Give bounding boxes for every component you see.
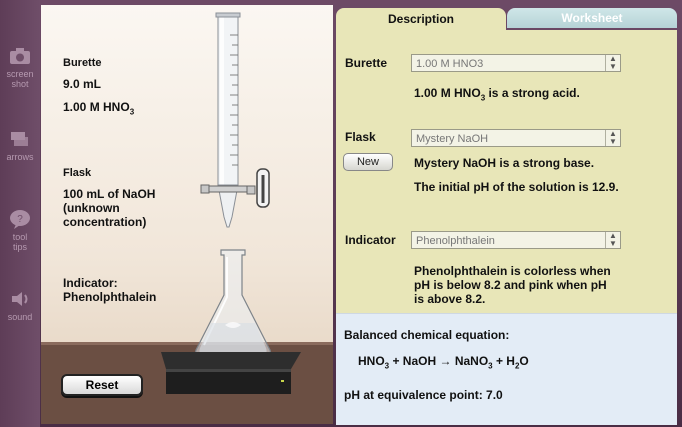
right-panel: Description Worksheet Burette 1.00 M HNO… bbox=[336, 5, 679, 425]
screenshot-label-2: shot bbox=[11, 79, 29, 89]
tab-description[interactable]: Description bbox=[336, 8, 506, 30]
simulation-area: Burette 9.0 mL 1.00 M HNO3 Flask 100 mL … bbox=[41, 5, 333, 424]
tooltips-tool[interactable]: ? tool tips bbox=[0, 208, 40, 252]
flask-info2: The initial pH of the solution is 12.9. bbox=[414, 180, 619, 194]
burette[interactable] bbox=[215, 12, 241, 228]
eq-product1: NaNO bbox=[451, 354, 489, 368]
indicator-label: Indicator bbox=[345, 233, 396, 247]
equation-pane: Balanced chemical equation: HNO3 + NaOH … bbox=[336, 313, 677, 425]
speech-bubble-icon: ? bbox=[10, 210, 30, 229]
stopcock[interactable] bbox=[256, 168, 270, 208]
speaker-icon bbox=[12, 292, 28, 306]
svg-text:?: ? bbox=[17, 214, 23, 225]
titration-apparatus bbox=[161, 12, 301, 394]
erlenmeyer-flask[interactable] bbox=[194, 249, 272, 358]
tab-worksheet[interactable]: Worksheet bbox=[507, 8, 677, 28]
indicator-select-value: Phenolphthalein bbox=[416, 235, 495, 247]
indicator-info3: is above 8.2. bbox=[414, 292, 486, 306]
burette-info-post: is a strong acid. bbox=[485, 86, 580, 100]
select-arrows-icon: ▲ ▼ bbox=[605, 232, 620, 248]
flask-label: Flask bbox=[345, 130, 376, 144]
ph-equivalence: pH at equivalence point: 7.0 bbox=[344, 388, 503, 402]
screenshot-label: screen bbox=[6, 69, 34, 79]
indicator-select[interactable]: Phenolphthalein ▲ ▼ bbox=[411, 231, 621, 249]
burette-info-pre: 1.00 M HNO bbox=[414, 86, 481, 100]
arrows-label: arrows bbox=[6, 152, 34, 162]
arrows-tool[interactable]: arrows bbox=[0, 128, 40, 162]
arrows-icon bbox=[11, 132, 28, 146]
new-button[interactable]: New bbox=[343, 153, 393, 171]
select-arrows-icon: ▲ ▼ bbox=[605, 55, 620, 71]
indicator-info1: Phenolphthalein is colorless when bbox=[414, 264, 611, 278]
equation-title: Balanced chemical equation: bbox=[344, 328, 510, 342]
eq-arrow: → bbox=[439, 354, 452, 368]
flask-select[interactable]: Mystery NaOH ▲ ▼ bbox=[411, 129, 621, 147]
reset-button[interactable]: Reset bbox=[61, 374, 143, 396]
magnetic-stirrer bbox=[161, 352, 301, 394]
balanced-equation: HNO3 + NaOH → NaNO3 + H2O bbox=[358, 354, 529, 370]
indicator-info2: pH is below 8.2 and pink when pH bbox=[414, 278, 607, 292]
burette-select[interactable]: 1.00 M HNO3 ▲ ▼ bbox=[411, 54, 621, 72]
burette-info: 1.00 M HNO3 is a strong acid. bbox=[414, 87, 580, 104]
eq-plus-h: + H bbox=[492, 354, 515, 368]
description-pane: Burette 1.00 M HNO3 ▲ ▼ 1.00 M HNO3 is a … bbox=[336, 30, 677, 313]
flask-info1: Mystery NaOH is a strong base. bbox=[414, 156, 595, 170]
eq-plus-naoh: + NaOH bbox=[389, 354, 440, 368]
sound-label: sound bbox=[7, 312, 33, 322]
eq-product2-o: O bbox=[519, 354, 529, 368]
select-arrows-icon: ▲ ▼ bbox=[605, 130, 620, 146]
camera-icon bbox=[10, 48, 30, 64]
burette-label: Burette bbox=[345, 56, 388, 70]
flask-select-value: Mystery NaOH bbox=[416, 133, 489, 145]
sound-tool[interactable]: sound bbox=[0, 288, 40, 322]
screenshot-tool[interactable]: screen shot bbox=[0, 45, 40, 89]
tooltips-label: tool bbox=[12, 232, 28, 242]
tooltips-label-2: tips bbox=[12, 242, 27, 252]
burette-select-value: 1.00 M HNO3 bbox=[416, 58, 484, 70]
eq-reactant1: HNO bbox=[358, 354, 385, 368]
left-toolbar: screen shot arrows ? tool tips sound bbox=[0, 0, 40, 427]
